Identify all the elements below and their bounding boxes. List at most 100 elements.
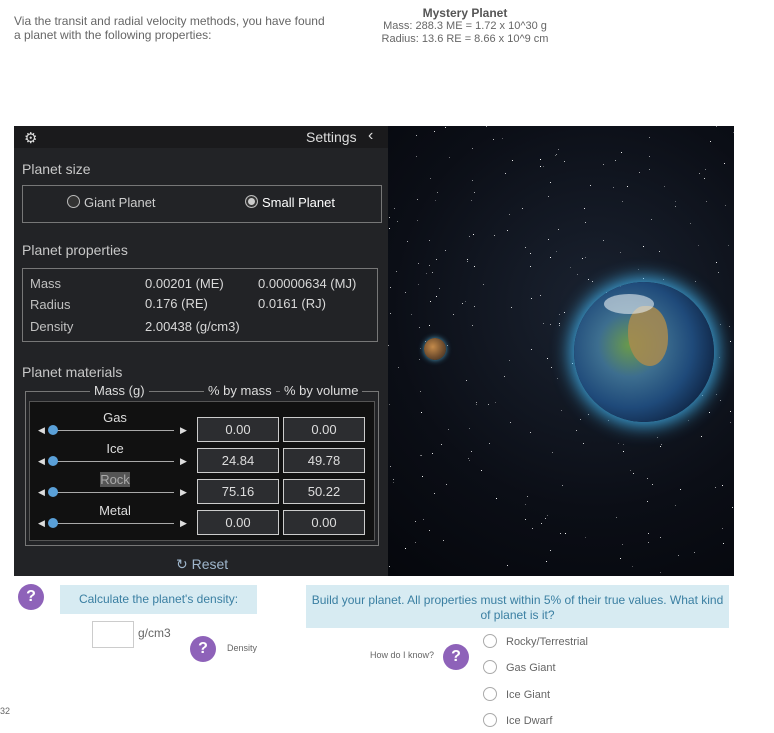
star-dot <box>481 470 482 471</box>
star-dot <box>565 533 566 534</box>
gas-pct-mass[interactable]: 0.00 <box>197 417 279 442</box>
star-dot <box>613 187 614 188</box>
cloud-shape <box>604 294 654 314</box>
star-dot <box>546 561 547 562</box>
star-dot <box>476 404 477 405</box>
star-dot <box>530 432 531 433</box>
star-dot <box>584 208 585 209</box>
prop-mass-earth: 0.00201 (ME) <box>145 276 224 291</box>
star-dot <box>551 367 552 368</box>
option-rocky[interactable]: Rocky/Terrestrial <box>483 634 588 648</box>
star-dot <box>429 240 430 241</box>
star-dot <box>716 126 717 127</box>
star-dot <box>531 349 532 350</box>
star-dot <box>720 324 721 325</box>
col-pct-volume-header: % by volume <box>280 383 363 398</box>
decrease-arrow-icon[interactable]: ◀ <box>38 456 45 467</box>
density-help-button[interactable]: ? <box>190 636 216 662</box>
star-dot <box>530 266 531 267</box>
decrease-arrow-icon[interactable]: ◀ <box>38 487 45 498</box>
star-dot <box>633 473 634 474</box>
reset-icon: ↻ <box>176 556 188 572</box>
star-dot <box>396 271 397 272</box>
ice-slider-thumb[interactable] <box>48 456 58 466</box>
option-gas-giant[interactable]: Gas Giant <box>483 660 556 674</box>
star-dot <box>434 131 435 132</box>
star-dot <box>701 436 702 437</box>
star-dot <box>436 296 437 297</box>
giant-planet-radio[interactable]: Giant Planet <box>67 195 156 210</box>
star-dot <box>462 303 463 304</box>
material-label-gas: Gas <box>103 410 127 425</box>
small-planet <box>424 338 446 360</box>
prop-radius-earth: 0.176 (RE) <box>145 296 208 311</box>
increase-arrow-icon[interactable]: ▶ <box>180 487 187 498</box>
gas-slider-thumb[interactable] <box>48 425 58 435</box>
rock-slider-track[interactable] <box>56 492 174 493</box>
option-ice-dwarf[interactable]: Ice Dwarf <box>483 713 552 727</box>
star-dot <box>417 199 418 200</box>
metal-pct-mass[interactable]: 0.00 <box>197 510 279 535</box>
ice-slider-track[interactable] <box>56 461 174 462</box>
star-dot <box>512 160 513 161</box>
increase-arrow-icon[interactable]: ▶ <box>180 518 187 529</box>
star-dot <box>446 484 447 485</box>
gas-pct-volume[interactable]: 0.00 <box>283 417 365 442</box>
star-dot <box>393 482 394 483</box>
calc-prompt: Calculate the planet's density: <box>60 585 257 614</box>
how-help-button[interactable]: ? <box>443 644 469 670</box>
star-dot <box>620 558 621 559</box>
star-dot <box>620 252 621 253</box>
star-dot <box>495 402 496 403</box>
star-dot <box>430 301 431 302</box>
metal-pct-volume[interactable]: 0.00 <box>283 510 365 535</box>
how-do-i-know-label: How do I know? <box>370 650 435 660</box>
star-dot <box>476 402 477 403</box>
star-dot <box>732 507 733 508</box>
increase-arrow-icon[interactable]: ▶ <box>180 425 187 436</box>
mystery-title: Mystery Planet <box>422 6 508 20</box>
star-dot <box>420 391 421 392</box>
mystery-planet-card: Mystery Planet Mass: 288.3 ME = 1.72 x 1… <box>370 7 560 46</box>
star-dot <box>715 487 716 488</box>
star-dot <box>430 178 431 179</box>
ice-pct-mass[interactable]: 24.84 <box>197 448 279 473</box>
star-dot <box>469 460 470 461</box>
settings-panel: ⚙ Settings ‹ Planet size Giant Planet Sm… <box>14 126 388 576</box>
star-dot <box>562 485 563 486</box>
star-dot <box>678 555 679 556</box>
planet-size-title: Planet size <box>22 161 91 177</box>
collapse-icon[interactable]: ‹ <box>368 127 373 145</box>
metal-slider-track[interactable] <box>56 523 174 524</box>
ice-pct-volume[interactable]: 49.78 <box>283 448 365 473</box>
star-dot <box>694 552 695 553</box>
small-planet-radio[interactable]: Small Planet <box>245 195 335 210</box>
star-dot <box>680 489 681 490</box>
star-dot <box>643 278 644 279</box>
rock-slider-thumb[interactable] <box>48 487 58 497</box>
rock-pct-mass[interactable]: 75.16 <box>197 479 279 504</box>
star-dot <box>675 505 676 506</box>
decrease-arrow-icon[interactable]: ◀ <box>38 518 45 529</box>
increase-arrow-icon[interactable]: ▶ <box>180 456 187 467</box>
star-dot <box>570 267 571 268</box>
gear-icon[interactable]: ⚙ <box>24 129 37 147</box>
star-dot <box>733 132 734 133</box>
col-mass-header: Mass (g) <box>90 383 149 398</box>
star-dot <box>547 515 548 516</box>
star-dot <box>540 166 541 167</box>
star-dot <box>432 453 433 454</box>
gas-slider-track[interactable] <box>56 430 174 431</box>
star-dot <box>543 166 544 167</box>
density-input[interactable] <box>92 621 134 648</box>
prop-mass-label: Mass <box>30 276 62 291</box>
star-dot <box>416 156 417 157</box>
decrease-arrow-icon[interactable]: ◀ <box>38 425 45 436</box>
option-ice-giant[interactable]: Ice Giant <box>483 687 550 701</box>
metal-slider-thumb[interactable] <box>48 518 58 528</box>
star-dot <box>583 443 584 444</box>
reset-button[interactable]: ↻ Reset <box>176 556 228 573</box>
rock-pct-volume[interactable]: 50.22 <box>283 479 365 504</box>
star-dot <box>468 458 469 459</box>
help-button[interactable]: ? <box>18 584 44 610</box>
